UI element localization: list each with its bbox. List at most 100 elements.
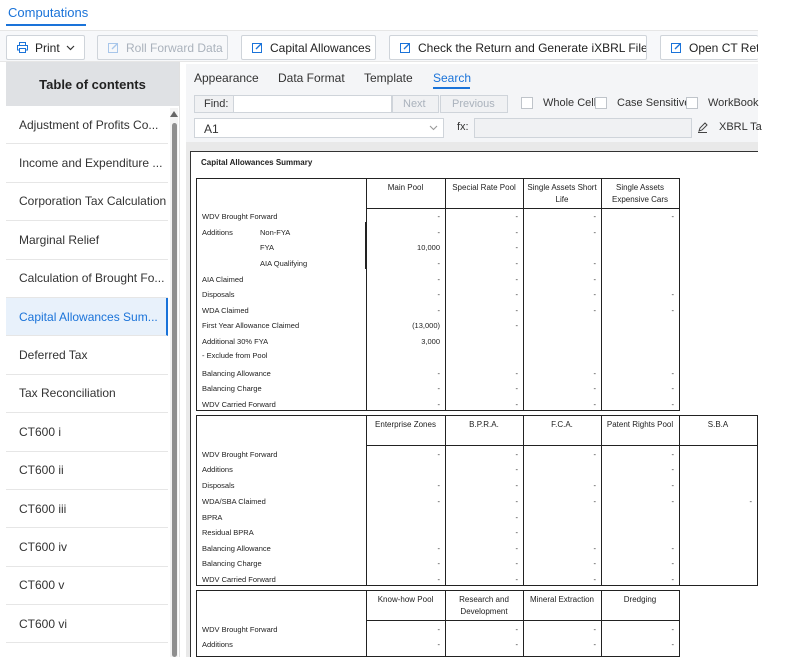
row-label: Additions: [202, 228, 233, 237]
cell-value: -: [515, 497, 519, 506]
tab-appearance[interactable]: Appearance: [194, 71, 259, 85]
cell-value: -: [515, 400, 519, 409]
row-label: Additional 30% FYA: [202, 337, 269, 346]
row-label: Balancing Allowance: [202, 544, 271, 553]
toc-item[interactable]: Calculation of Brought Fo...: [6, 260, 168, 298]
column-header: Dredging: [623, 595, 657, 604]
toc-scroll-thumb[interactable]: [172, 123, 177, 657]
cell-value: -: [515, 275, 519, 284]
capital-allowances-label: Capital Allowances: [270, 40, 371, 55]
cell-value: -: [515, 243, 519, 252]
toc-item[interactable]: CT600 iv: [6, 528, 168, 567]
cell-value: -: [515, 369, 519, 378]
row-label: WDA Claimed: [202, 306, 249, 315]
row-label: WDA/SBA Claimed: [202, 497, 266, 506]
cell-value: -: [515, 212, 519, 221]
column-header: Single Assets Short Life: [527, 183, 597, 204]
cell-value: -: [437, 544, 441, 553]
formula-input[interactable]: [474, 118, 692, 138]
previous-label: Previous: [452, 98, 495, 110]
ribbon-tabs: Appearance Data Format Template Search: [186, 64, 758, 90]
toc-item[interactable]: Income and Expenditure ...: [6, 144, 168, 183]
cell-value: -: [593, 625, 597, 634]
column-header: Research and Development: [459, 595, 509, 616]
toc-item[interactable]: CT600 ii: [6, 452, 168, 490]
tab-search[interactable]: Search: [433, 71, 471, 85]
whole-cell-label: Whole Cell: [543, 97, 597, 109]
previous-button[interactable]: Previous: [440, 95, 508, 113]
toc-item[interactable]: Marginal Relief: [6, 221, 168, 260]
cell-value: -: [671, 290, 675, 299]
cell-value: -: [671, 625, 675, 634]
whole-cell-checkbox[interactable]: [521, 97, 533, 109]
cell-value: -: [593, 212, 597, 221]
capital-allowances-button[interactable]: Capital Allowances: [241, 35, 376, 60]
cell-value: -: [437, 559, 441, 568]
edit-icon: [671, 43, 681, 53]
cell-value: -: [515, 228, 519, 237]
row-label: - Exclude from Pool: [202, 351, 268, 360]
open-ct-return-button[interactable]: Open CT Retu: [660, 35, 758, 60]
column-header: Mineral Extraction: [529, 595, 595, 604]
toc-item[interactable]: Deferred Tax: [6, 336, 168, 375]
row-label: Residual BPRA: [202, 528, 254, 537]
toc-item[interactable]: Tax Reconciliation: [6, 375, 168, 414]
formula-bar: A1 fx: XBRL Ta: [186, 116, 762, 142]
cell-reference-select[interactable]: A1: [194, 118, 444, 138]
toc-item[interactable]: Adjustment of Profits Co...: [6, 106, 168, 145]
roll-forward-data-button[interactable]: Roll Forward Data: [97, 35, 228, 60]
scroll-up-arrow-icon[interactable]: [170, 111, 178, 117]
case-sensitive-label: Case Sensitive: [617, 97, 691, 109]
column-header: Know-how Pool: [377, 595, 434, 604]
cell-value: -: [515, 384, 519, 393]
find-input[interactable]: [233, 95, 392, 113]
cell-value: -: [593, 575, 597, 584]
fx-label: fx:: [457, 121, 469, 133]
tab-template[interactable]: Template: [364, 71, 413, 85]
cell-value: -: [593, 450, 597, 459]
cell-value: -: [437, 640, 441, 649]
check-return-button[interactable]: Check the Return and Generate iXBRL File…: [389, 35, 647, 60]
cell-value: -: [593, 544, 597, 553]
toc-item[interactable]: CT600 iii: [6, 490, 168, 529]
row-label: WDV Brought Forward: [202, 212, 278, 221]
toc-item[interactable]: Capital Allowances Sum...: [6, 297, 168, 337]
toc-item[interactable]: CT600 v: [6, 567, 168, 606]
header-divider: [366, 445, 757, 446]
workbook-checkbox[interactable]: [686, 97, 698, 109]
column-header: S.B.A: [707, 420, 729, 429]
find-label: Find:: [204, 98, 229, 110]
toc-item[interactable]: CT600 vi: [6, 605, 168, 644]
cell-value: -: [671, 306, 675, 315]
edit-icon: [400, 43, 410, 53]
cell-value: -: [593, 497, 597, 506]
edit-icon: [108, 43, 118, 53]
pencil-icon[interactable]: [697, 122, 708, 133]
find-field: Find:: [194, 95, 392, 113]
toc-item[interactable]: CT600 i: [6, 413, 168, 452]
cell-value: -: [437, 369, 441, 378]
row-label: Additions: [202, 640, 233, 649]
active-tab-indicator: [433, 87, 470, 89]
cell-value: -: [593, 481, 597, 490]
toc-item[interactable]: Corporation Tax Calculation: [6, 183, 168, 222]
tab-data-format[interactable]: Data Format: [278, 71, 345, 85]
cell-value: -: [515, 481, 519, 490]
edit-icon: [252, 43, 262, 53]
xbrl-tag-label[interactable]: XBRL Ta: [719, 121, 762, 133]
cell-value: -: [515, 306, 519, 315]
cell-value: -: [593, 306, 597, 315]
cell-value: -: [515, 625, 519, 634]
cell-value: -: [515, 513, 519, 522]
cell-value: -: [437, 228, 441, 237]
row-label: Additions: [202, 465, 233, 474]
next-button[interactable]: Next: [392, 95, 439, 113]
cell-value: -: [437, 212, 441, 221]
cell-value: (13,000): [412, 321, 440, 330]
print-button[interactable]: Print: [6, 35, 85, 60]
app-title[interactable]: Computations: [8, 5, 88, 20]
cell-value: -: [671, 481, 675, 490]
case-sensitive-checkbox[interactable]: [595, 97, 607, 109]
cell-value: -: [671, 450, 675, 459]
toc-heading: Table of contents: [6, 62, 179, 106]
